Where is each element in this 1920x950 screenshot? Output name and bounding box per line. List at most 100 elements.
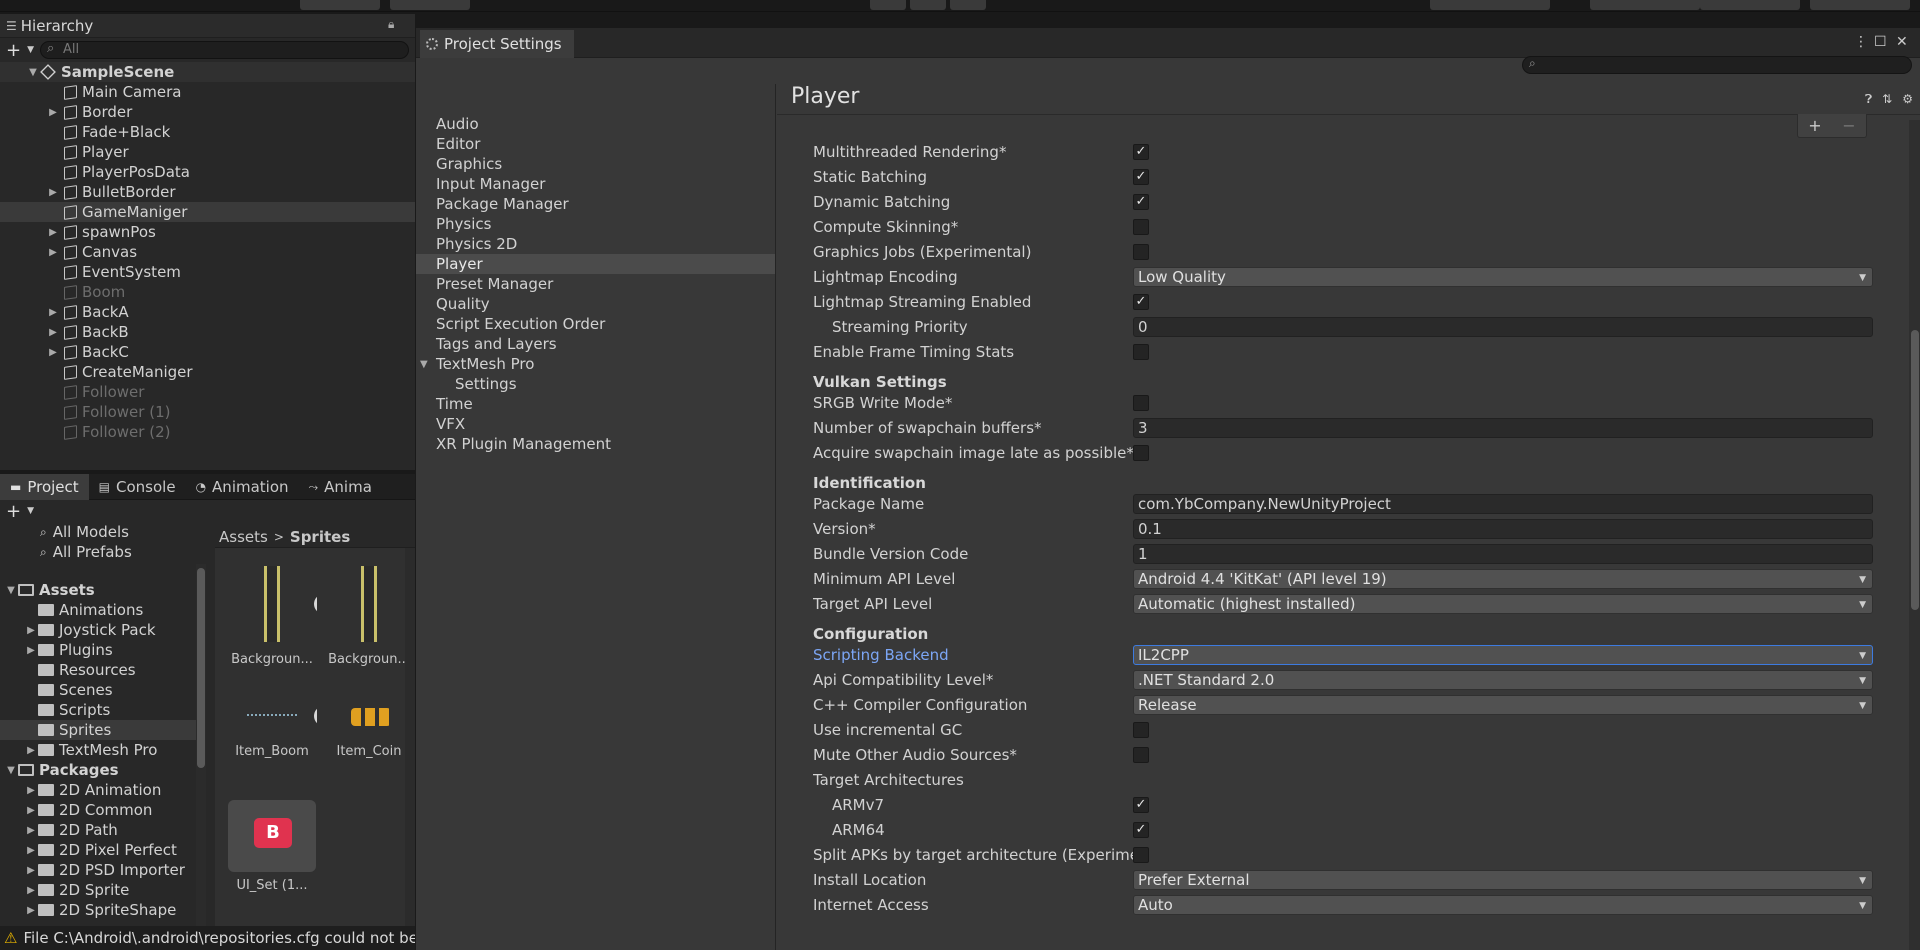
setting-dropdown[interactable]: Prefer External <box>1133 870 1873 890</box>
setting-text-field[interactable]: 0 <box>1133 317 1873 337</box>
expand-arrow-icon[interactable]: ▶ <box>24 865 38 876</box>
layout-dropdown[interactable] <box>1810 0 1910 10</box>
expand-arrow-icon[interactable]: ▶ <box>46 187 60 198</box>
expand-arrow-icon[interactable]: ▶ <box>24 845 38 856</box>
minus-button[interactable]: − <box>1842 116 1855 135</box>
settings-scrollbar[interactable] <box>1909 120 1920 950</box>
settings-nav-item[interactable]: Time <box>416 394 775 414</box>
settings-nav-item[interactable]: Settings <box>416 374 775 394</box>
play-icon[interactable]: ▶ <box>314 594 317 614</box>
pause-button[interactable] <box>910 0 946 10</box>
console-status-bar[interactable]: ⚠ File C:\Android\.android\repositories.… <box>0 926 415 950</box>
asset-folder-item[interactable]: Sprites <box>0 720 200 740</box>
package-folder-item[interactable]: ▶ 2D Sprite <box>0 880 200 900</box>
setting-checkbox[interactable]: ✓ <box>1133 169 1149 185</box>
asset-folder-item[interactable]: ▶ TextMesh Pro <box>0 740 200 760</box>
hierarchy-item[interactable]: Player <box>0 142 415 162</box>
package-folder-item[interactable]: ▶ 2D Path <box>0 820 200 840</box>
lock-icon[interactable]: 🔒︎ <box>388 17 394 32</box>
asset-item-boom[interactable]: ▶ Item_Boom <box>227 698 317 759</box>
setting-dropdown[interactable]: Release <box>1133 695 1873 715</box>
settings-nav-item[interactable]: ▼ TextMesh Pro <box>416 354 775 374</box>
setting-checkbox[interactable]: ✓ <box>1133 822 1149 838</box>
hierarchy-tab[interactable]: ☰ Hierarchy 🔒︎ <box>0 14 415 38</box>
expand-arrow-icon[interactable]: ▶ <box>24 745 38 756</box>
tab-animator[interactable]: ⤳ Anima <box>299 474 382 500</box>
close-icon[interactable]: ✕ <box>1896 34 1908 50</box>
more-options-icon[interactable]: ⋮ <box>1854 34 1868 50</box>
hierarchy-item[interactable]: Fade+Black <box>0 122 415 142</box>
layers-dropdown[interactable] <box>1700 0 1800 10</box>
settings-nav-item[interactable]: Physics <box>416 214 775 234</box>
expand-arrow-icon[interactable]: ▶ <box>24 885 38 896</box>
expand-arrow-icon[interactable]: ▼ <box>4 585 18 596</box>
setting-checkbox[interactable] <box>1133 244 1149 260</box>
expand-arrow-icon[interactable]: ▼ <box>26 67 40 78</box>
settings-nav-item[interactable]: Package Manager <box>416 194 775 214</box>
setting-checkbox[interactable] <box>1133 395 1149 411</box>
setting-checkbox[interactable]: ✓ <box>1133 797 1149 813</box>
setting-dropdown[interactable]: .NET Standard 2.0 <box>1133 670 1873 690</box>
breadcrumb-sprites[interactable]: Sprites <box>290 528 350 546</box>
settings-nav-item[interactable]: XR Plugin Management <box>416 434 775 454</box>
setting-checkbox[interactable]: ✓ <box>1133 294 1149 310</box>
hierarchy-item[interactable]: CreateManiger <box>0 362 415 382</box>
step-button[interactable] <box>950 0 986 10</box>
expand-arrow-icon[interactable]: ▶ <box>24 805 38 816</box>
package-folder-item[interactable]: ▶ 2D Pixel Perfect <box>0 840 200 860</box>
hierarchy-item[interactable]: ▶ Canvas <box>0 242 415 262</box>
preset-icon[interactable]: ⇅ <box>1882 92 1892 107</box>
expand-arrow-icon[interactable]: ▶ <box>46 107 60 118</box>
expand-arrow-icon[interactable]: ▶ <box>46 327 60 338</box>
settings-nav-item[interactable]: Script Execution Order <box>416 314 775 334</box>
assets-folder[interactable]: ▼ Assets <box>0 580 200 600</box>
project-settings-tab[interactable]: Project Settings <box>420 30 574 58</box>
asset-folder-item[interactable]: Resources <box>0 660 200 680</box>
maximize-icon[interactable]: ☐ <box>1874 34 1887 50</box>
hierarchy-item[interactable]: ▶ BulletBorder <box>0 182 415 202</box>
asset-item-coin[interactable]: ▶ Item_Coin <box>324 698 414 759</box>
favorite-all-models[interactable]: ⌕ All Models <box>0 522 200 542</box>
help-icon[interactable]: ❓︎ <box>1865 92 1872 107</box>
hierarchy-item[interactable]: ▶ BackA <box>0 302 415 322</box>
packages-folder[interactable]: ▼ Packages <box>0 760 200 780</box>
settings-nav-item[interactable]: Audio <box>416 114 775 134</box>
add-asset-button[interactable]: + <box>6 501 21 522</box>
setting-checkbox[interactable]: ✓ <box>1133 144 1149 160</box>
setting-dropdown[interactable]: Android 4.4 'KitKat' (API level 19) <box>1133 569 1873 589</box>
expand-arrow-icon[interactable]: ▶ <box>24 785 38 796</box>
breadcrumb-assets[interactable]: Assets <box>219 528 268 546</box>
global-local-button[interactable] <box>390 0 470 10</box>
tab-console[interactable]: ▤ Console <box>89 474 186 500</box>
plus-button[interactable]: + <box>1808 116 1821 135</box>
play-button[interactable] <box>870 0 906 10</box>
expand-arrow-icon[interactable]: ▶ <box>46 247 60 258</box>
asset-folder-item[interactable]: Scripts <box>0 700 200 720</box>
hierarchy-item[interactable]: ▶ Border <box>0 102 415 122</box>
asset-folder-item[interactable]: ▶ Plugins <box>0 640 200 660</box>
settings-nav-item[interactable]: Editor <box>416 134 775 154</box>
chevron-down-icon[interactable]: ▼ <box>27 45 34 55</box>
settings-nav-item[interactable]: Graphics <box>416 154 775 174</box>
setting-checkbox[interactable] <box>1133 747 1149 763</box>
hierarchy-item[interactable]: PlayerPosData <box>0 162 415 182</box>
expand-arrow-icon[interactable]: ▶ <box>24 905 38 916</box>
setting-text-field[interactable]: 1 <box>1133 544 1873 564</box>
expand-arrow-icon[interactable]: ▶ <box>24 825 38 836</box>
pivot-center-button[interactable] <box>300 0 380 10</box>
hierarchy-item[interactable]: GameManiger <box>0 202 415 222</box>
settings-nav-item[interactable]: Preset Manager <box>416 274 775 294</box>
hierarchy-item[interactable]: Follower (1) <box>0 402 415 422</box>
hierarchy-item[interactable]: Follower (2) <box>0 422 415 442</box>
setting-dropdown[interactable]: IL2CPP <box>1133 645 1873 665</box>
settings-nav-item[interactable]: Physics 2D <box>416 234 775 254</box>
hierarchy-search-input[interactable]: All <box>40 41 409 59</box>
setting-dropdown[interactable]: Automatic (highest installed) <box>1133 594 1873 614</box>
scene-item[interactable]: ▼ SampleScene <box>0 62 415 82</box>
hierarchy-item[interactable]: ▶ BackC <box>0 342 415 362</box>
asset-folder-item[interactable]: Scenes <box>0 680 200 700</box>
package-folder-item[interactable]: ▶ 2D Common <box>0 800 200 820</box>
settings-nav-item[interactable]: Input Manager <box>416 174 775 194</box>
setting-checkbox[interactable] <box>1133 445 1149 461</box>
hierarchy-item[interactable]: Follower <box>0 382 415 402</box>
